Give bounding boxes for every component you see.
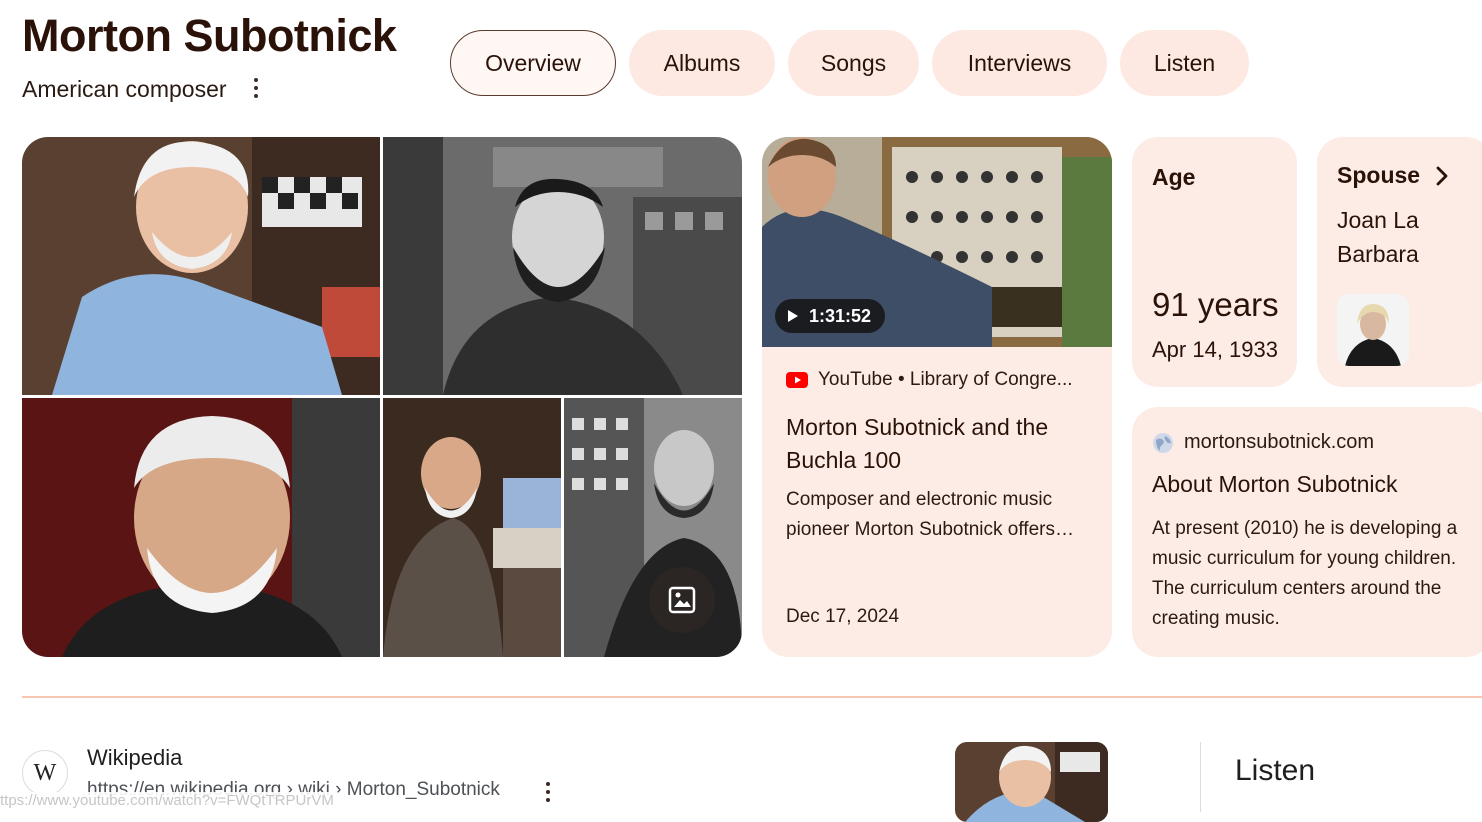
video-description: Composer and electronic music pioneer Mo… xyxy=(786,485,1096,545)
photo-grid xyxy=(22,137,742,657)
photo-5[interactable] xyxy=(564,398,742,657)
duration-text: 1:31:52 xyxy=(809,305,872,326)
about-title[interactable]: About Morton Subotnick xyxy=(1152,471,1397,498)
panel-divider xyxy=(1200,742,1201,812)
tab-overview[interactable]: Overview xyxy=(450,30,616,96)
video-title[interactable]: Morton Subotnick and the Buchla 100 xyxy=(786,411,1086,477)
video-description-line: Composer and electronic music xyxy=(786,489,1053,510)
about-site: mortonsubotnick.com xyxy=(1184,431,1375,453)
photo-3[interactable] xyxy=(22,398,380,657)
video-source: YouTube • Library of Congre... xyxy=(786,369,1073,391)
photo-2[interactable] xyxy=(383,137,742,395)
tab-interviews[interactable]: Interviews xyxy=(932,30,1107,96)
duration-badge: 1:31:52 xyxy=(775,299,886,333)
chevron-right-icon[interactable] xyxy=(1435,165,1449,187)
tab-listen[interactable]: Listen xyxy=(1120,30,1249,96)
tab-albums[interactable]: Albums xyxy=(629,30,775,96)
spouse-photo[interactable] xyxy=(1337,294,1409,366)
result-site-name[interactable]: Wikipedia xyxy=(87,745,182,771)
more-vert-icon[interactable] xyxy=(249,75,263,101)
tab-bar: Overview Albums Songs Interviews Listen xyxy=(450,30,1249,96)
video-source-text: YouTube • Library of Congre... xyxy=(818,369,1073,390)
video-card[interactable]: 1:31:52 YouTube • Library of Congre... M… xyxy=(762,137,1112,657)
youtube-icon xyxy=(786,372,808,388)
age-label: Age xyxy=(1152,164,1196,190)
result-thumbnail[interactable] xyxy=(955,742,1108,822)
section-divider xyxy=(22,696,1482,698)
birth-date: Apr 14, 1933 xyxy=(1152,337,1278,362)
globe-icon xyxy=(1153,432,1173,453)
images-icon[interactable] xyxy=(649,567,715,633)
video-date: Dec 17, 2024 xyxy=(786,606,900,627)
more-vert-icon[interactable] xyxy=(541,779,555,805)
age-value: 91 years xyxy=(1152,286,1279,323)
tab-songs[interactable]: Songs xyxy=(788,30,919,96)
photo-1[interactable] xyxy=(22,137,380,395)
video-description-line: pioneer Morton Subotnick offers… xyxy=(786,519,1074,540)
wikipedia-logo-icon[interactable]: W xyxy=(22,750,68,796)
age-card: Age 91 years Apr 14, 1933 xyxy=(1132,137,1297,387)
spouse-label: Spouse xyxy=(1337,162,1421,188)
spouse-card[interactable]: Spouse Joan La Barbara xyxy=(1317,137,1482,387)
status-bar-url: ttps://www.youtube.com/watch?v=FWQtTRPUr… xyxy=(0,792,338,810)
spouse-name[interactable]: Joan La Barbara xyxy=(1337,203,1477,271)
photo-4[interactable] xyxy=(383,398,561,657)
about-text: At present (2010) he is developing a mus… xyxy=(1152,518,1458,629)
entity-title: Morton Subotnick xyxy=(22,10,397,61)
entity-description: American composer xyxy=(22,76,227,102)
about-source: mortonsubotnick.com xyxy=(1152,431,1374,454)
play-icon xyxy=(788,310,798,322)
listen-panel-title: Listen xyxy=(1235,754,1316,787)
about-card[interactable]: mortonsubotnick.com About Morton Subotni… xyxy=(1132,407,1482,657)
